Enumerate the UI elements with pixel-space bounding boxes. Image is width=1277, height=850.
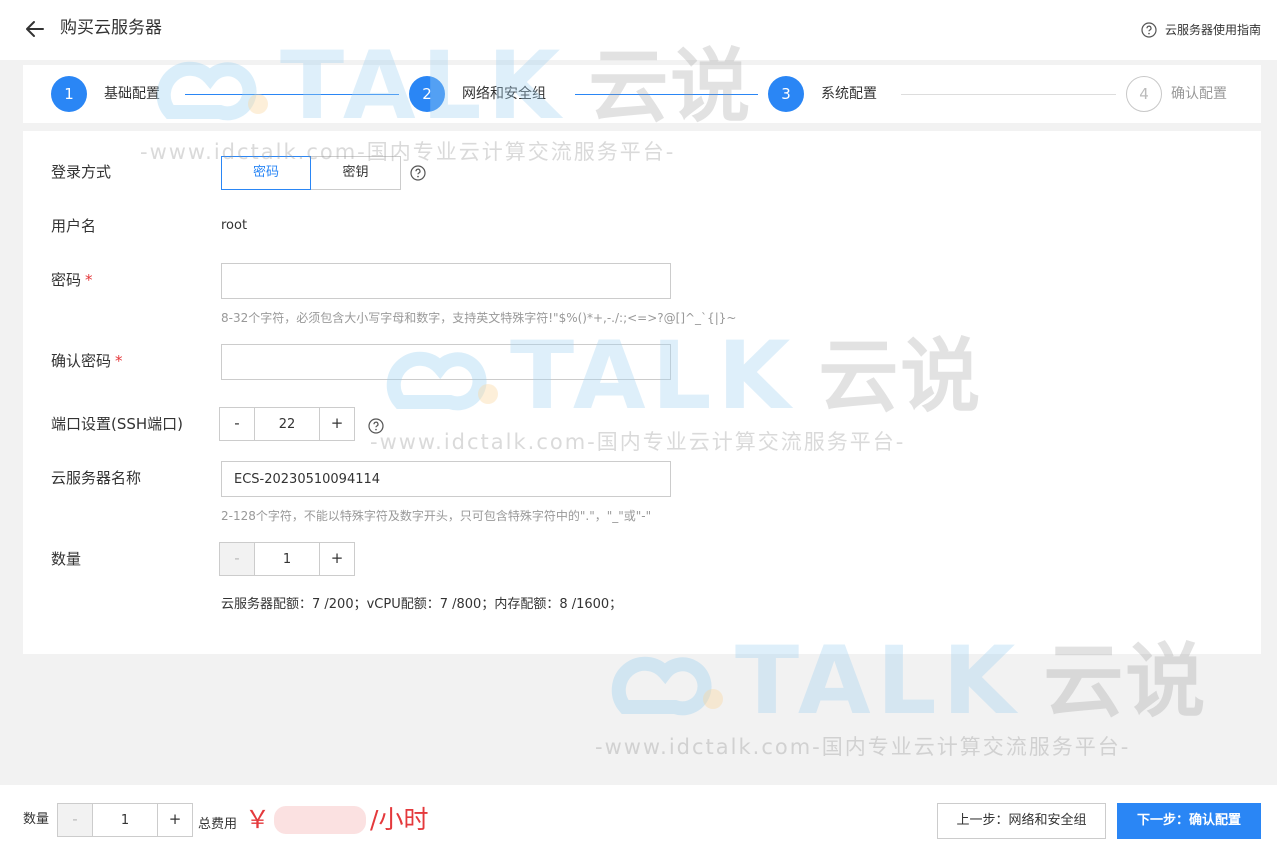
quantity-stepper: - + (219, 542, 355, 576)
login-method-toggle: 密码 密钥 (221, 156, 401, 190)
help-guide-label: 云服务器使用指南 (1164, 23, 1261, 37)
server-name-label: 云服务器名称 (51, 469, 142, 487)
top-bar: 购买云服务器 云服务器使用指南 (0, 0, 1277, 60)
footer-quantity-increment-button[interactable]: + (157, 803, 193, 837)
arrow-left-icon[interactable] (22, 16, 48, 42)
confirm-password-label: 确认密码 * (51, 351, 123, 371)
question-circle-icon[interactable] (368, 418, 384, 434)
username-label: 用户名 (51, 217, 97, 235)
step-3-connector (901, 94, 1116, 95)
port-stepper: - + (219, 407, 355, 441)
step-2-connector (575, 94, 758, 95)
step-2-label: 网络和安全组 (462, 86, 546, 102)
quantity-input[interactable] (255, 542, 319, 576)
next-step-button[interactable]: 下一步：确认配置 (1117, 803, 1261, 839)
quantity-decrement-button[interactable]: - (219, 542, 255, 576)
required-mark: * (85, 271, 93, 289)
step-1-connector (185, 94, 399, 95)
server-name-hint: 2-128个字符，不能以特殊字符及数字开头，只可包含特殊字符中的"."，"_"或… (221, 509, 652, 523)
step-1-circle: 1 (51, 76, 87, 112)
step-4-circle: 4 (1126, 76, 1162, 112)
login-method-password-option[interactable]: 密码 (221, 156, 311, 190)
password-input[interactable] (221, 263, 671, 299)
login-method-key-option[interactable]: 密钥 (311, 156, 401, 190)
question-circle-icon (1141, 22, 1157, 38)
help-guide-link[interactable]: 云服务器使用指南 (1141, 20, 1261, 40)
step-2-circle: 2 (409, 76, 445, 112)
footer-quantity-decrement-button[interactable]: - (57, 803, 93, 837)
watermark-url: -www.idctalk.com-国内专业云计算交流服务平台- (595, 735, 1131, 759)
total-price: ￥ /小时 (245, 803, 428, 837)
quantity-increment-button[interactable]: + (319, 542, 355, 576)
price-unit: /小时 (370, 805, 429, 834)
footer-quantity-label: 数量 (23, 812, 50, 827)
price-redaction (274, 806, 367, 834)
port-label: 端口设置(SSH端口) (51, 415, 184, 433)
currency-symbol: ￥ (245, 805, 271, 834)
page-title: 购买云服务器 (60, 18, 162, 38)
watermark: TALK 云说 -www.idctalk.com-国内专业云计算交流服务平台- (595, 635, 1207, 761)
step-progress-bar: 1 基础配置 2 网络和安全组 3 系统配置 4 确认配置 (23, 65, 1261, 123)
port-decrement-button[interactable]: - (219, 407, 255, 441)
password-hint: 8-32个字符，必须包含大小写字母和数字，支持英文特殊字符!"$%()*+,-.… (221, 311, 737, 325)
login-method-label: 登录方式 (51, 163, 112, 181)
step-3-circle: 3 (768, 76, 804, 112)
footer-quantity-input[interactable] (93, 803, 157, 837)
confirm-password-input[interactable] (221, 344, 671, 380)
step-1-label: 基础配置 (104, 86, 160, 102)
quantity-label: 数量 (51, 550, 82, 568)
password-label: 密码 * (51, 270, 93, 290)
system-config-form: 登录方式 密码 密钥 用户名 root 密码 * 8-32个字符，必须包含大小写字… (23, 131, 1261, 654)
password-label-text: 密码 (51, 271, 82, 289)
step-4-label: 确认配置 (1171, 86, 1227, 102)
quota-info: 云服务器配额：7 /200；vCPU配额：7 /800；内存配额：8 /1600… (221, 597, 623, 612)
step-3-label: 系统配置 (821, 86, 877, 102)
username-value: root (221, 218, 248, 233)
required-mark: * (115, 352, 123, 370)
port-increment-button[interactable]: + (319, 407, 355, 441)
port-input[interactable] (255, 407, 319, 441)
server-name-input[interactable] (221, 461, 671, 497)
total-cost-label: 总费用 (198, 817, 238, 832)
footer-quantity-stepper: - + (57, 803, 193, 837)
question-circle-icon[interactable] (410, 165, 426, 181)
previous-step-button[interactable]: 上一步：网络和安全组 (937, 803, 1106, 839)
confirm-password-label-text: 确认密码 (51, 352, 112, 370)
